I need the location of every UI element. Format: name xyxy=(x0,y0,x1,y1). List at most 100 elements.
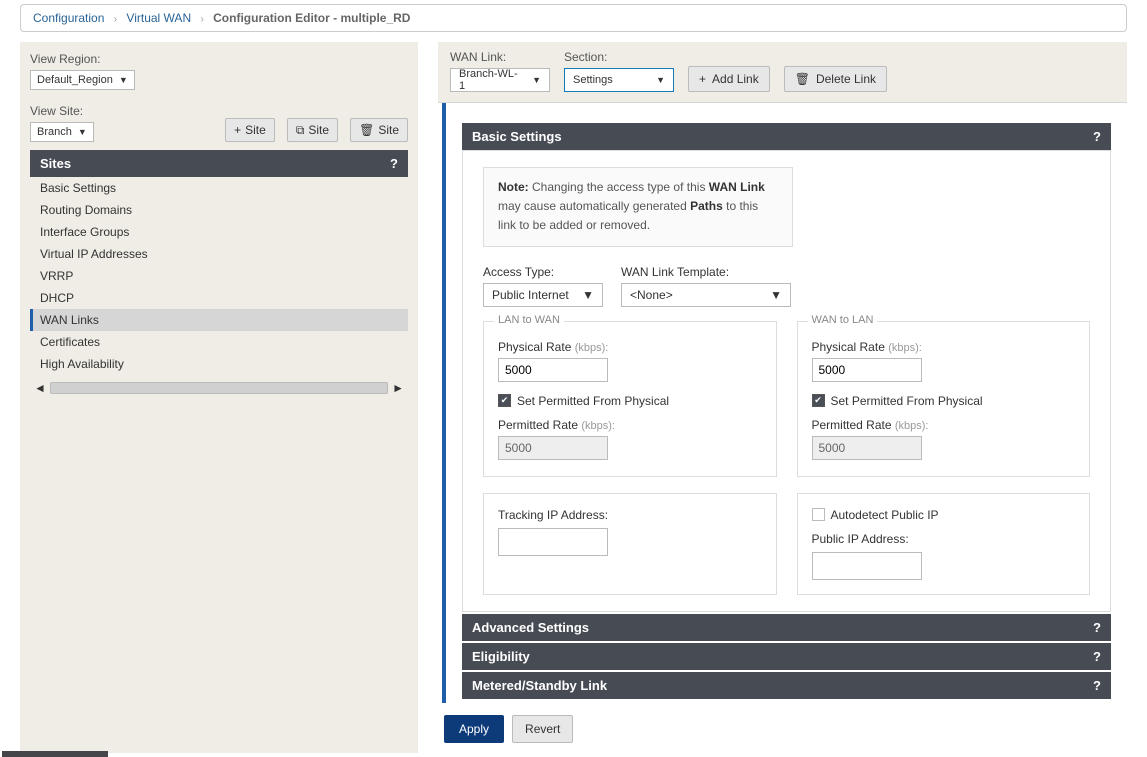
sidebar-item-dhcp[interactable]: DHCP xyxy=(30,287,408,309)
access-type-select[interactable]: Public Internet ▼ xyxy=(483,283,603,307)
basic-settings-body: Note: Changing the access type of this W… xyxy=(462,150,1111,612)
permitted-rate-input-r xyxy=(812,436,922,460)
tracking-ip-group: Tracking IP Address: xyxy=(483,493,777,595)
trash-icon: 🗑 xyxy=(359,124,374,136)
note-t1: Changing the access type of this xyxy=(529,180,709,194)
chevron-right-icon: › xyxy=(200,14,203,25)
plus-icon: + xyxy=(234,124,241,136)
clone-site-label: Site xyxy=(308,123,329,137)
help-icon[interactable]: ? xyxy=(1093,620,1101,635)
sites-header: Sites ? xyxy=(30,150,408,177)
sidebar-item-interface-groups[interactable]: Interface Groups xyxy=(30,221,408,243)
chevron-down-icon: ▼ xyxy=(78,127,87,137)
breadcrumb: Configuration › Virtual WAN › Configurat… xyxy=(20,4,1127,32)
basic-settings-header[interactable]: Basic Settings ? xyxy=(462,123,1111,150)
chevron-left-icon[interactable]: ◄ xyxy=(30,381,50,395)
add-link-button[interactable]: + Add Link xyxy=(688,66,770,92)
advanced-settings-header[interactable]: Advanced Settings ? xyxy=(462,614,1111,641)
sites-tree: Basic Settings Routing Domains Interface… xyxy=(30,177,408,375)
set-permitted-checkbox-r[interactable]: ✔ xyxy=(812,394,825,407)
chevron-down-icon: ▼ xyxy=(770,288,782,302)
copy-icon: ⧉ xyxy=(296,124,305,136)
note-b1: WAN Link xyxy=(709,180,765,194)
permitted-rate-label-r: Permitted Rate (kbps): xyxy=(812,418,1076,432)
sidebar-item-high-availability[interactable]: High Availability xyxy=(30,353,408,375)
lan-to-wan-legend: LAN to WAN xyxy=(494,314,564,326)
horizontal-scrollbar[interactable]: ◄ ► xyxy=(30,381,408,395)
access-type-value: Public Internet xyxy=(492,288,569,302)
shadow-decoration xyxy=(2,751,108,757)
sidebar-item-certificates[interactable]: Certificates xyxy=(30,331,408,353)
note-b2: Paths xyxy=(690,199,723,213)
breadcrumb-configuration[interactable]: Configuration xyxy=(33,11,104,25)
sidebar-item-vrrp[interactable]: VRRP xyxy=(30,265,408,287)
physical-rate-input-l[interactable] xyxy=(498,358,608,382)
autodetect-checkbox[interactable]: ✔ xyxy=(812,508,825,521)
action-row: Apply Revert xyxy=(438,703,1127,753)
right-content: WAN Link: Branch-WL-1 ▼ Section: Setting… xyxy=(438,42,1127,753)
note-t2: may cause automatically generated xyxy=(498,199,690,213)
set-permitted-label-l: Set Permitted From Physical xyxy=(517,394,669,408)
view-site-select[interactable]: Branch ▼ xyxy=(30,122,94,142)
help-icon[interactable]: ? xyxy=(1093,649,1101,664)
tracking-ip-input[interactable] xyxy=(498,528,608,556)
help-icon[interactable]: ? xyxy=(1093,129,1101,144)
delete-link-label: Delete Link xyxy=(816,72,876,86)
help-icon[interactable]: ? xyxy=(390,156,398,171)
template-value: <None> xyxy=(630,288,673,302)
sidebar-item-basic-settings[interactable]: Basic Settings xyxy=(30,177,408,199)
sidebar-item-wan-links[interactable]: WAN Links xyxy=(30,309,408,331)
public-ip-input[interactable] xyxy=(812,552,922,580)
note-box: Note: Changing the access type of this W… xyxy=(483,167,793,247)
set-permitted-checkbox-l[interactable]: ✔ xyxy=(498,394,511,407)
section-value: Settings xyxy=(573,74,613,86)
wan-link-label: WAN Link: xyxy=(450,50,550,64)
physical-rate-label-r: Physical Rate (kbps): xyxy=(812,340,1076,354)
sidebar-item-virtual-ip[interactable]: Virtual IP Addresses xyxy=(30,243,408,265)
view-region-label: View Region: xyxy=(30,52,408,66)
eligibility-title: Eligibility xyxy=(472,649,530,664)
apply-button[interactable]: Apply xyxy=(444,715,504,743)
lan-to-wan-group: LAN to WAN Physical Rate (kbps): ✔ Set P… xyxy=(483,321,777,477)
eligibility-header[interactable]: Eligibility ? xyxy=(462,643,1111,670)
section-label: Section: xyxy=(564,50,674,64)
right-toolbar: WAN Link: Branch-WL-1 ▼ Section: Setting… xyxy=(438,42,1127,103)
delete-site-button[interactable]: 🗑 Site xyxy=(350,118,408,142)
trash-icon: 🗑 xyxy=(795,72,810,86)
view-region-select[interactable]: Default_Region ▼ xyxy=(30,70,135,90)
physical-rate-input-r[interactable] xyxy=(812,358,922,382)
sites-header-label: Sites xyxy=(40,156,71,171)
view-region-value: Default_Region xyxy=(37,74,113,86)
access-type-label: Access Type: xyxy=(483,265,603,279)
scrollbar-track[interactable] xyxy=(50,382,388,394)
metered-header[interactable]: Metered/Standby Link ? xyxy=(462,672,1111,699)
public-ip-group: ✔ Autodetect Public IP Public IP Address… xyxy=(797,493,1091,595)
help-icon[interactable]: ? xyxy=(1093,678,1101,693)
note-label: Note: xyxy=(498,180,529,194)
autodetect-label: Autodetect Public IP xyxy=(831,508,939,522)
delete-link-button[interactable]: 🗑 Delete Link xyxy=(784,66,887,92)
chevron-right-icon[interactable]: ► xyxy=(388,381,408,395)
template-select[interactable]: <None> ▼ xyxy=(621,283,791,307)
physical-rate-label-l: Physical Rate (kbps): xyxy=(498,340,762,354)
view-site-value: Branch xyxy=(37,126,72,138)
wan-link-select[interactable]: Branch-WL-1 ▼ xyxy=(450,68,550,92)
wan-link-value: Branch-WL-1 xyxy=(459,68,522,92)
add-site-label: Site xyxy=(245,123,266,137)
permitted-rate-label-l: Permitted Rate (kbps): xyxy=(498,418,762,432)
left-sidebar: View Region: Default_Region ▼ View Site:… xyxy=(20,42,418,753)
add-site-button[interactable]: + Site xyxy=(225,118,275,142)
revert-button[interactable]: Revert xyxy=(512,715,573,743)
chevron-down-icon: ▼ xyxy=(119,75,128,85)
chevron-down-icon: ▼ xyxy=(656,75,665,85)
breadcrumb-virtual-wan[interactable]: Virtual WAN xyxy=(126,11,191,25)
clone-site-button[interactable]: ⧉ Site xyxy=(287,118,338,142)
section-select[interactable]: Settings ▼ xyxy=(564,68,674,92)
public-ip-label: Public IP Address: xyxy=(812,532,1076,546)
chevron-down-icon: ▼ xyxy=(532,75,541,85)
chevron-down-icon: ▼ xyxy=(582,288,594,302)
chevron-right-icon: › xyxy=(114,14,117,25)
tracking-ip-label: Tracking IP Address: xyxy=(498,508,762,522)
sidebar-item-routing-domains[interactable]: Routing Domains xyxy=(30,199,408,221)
template-label: WAN Link Template: xyxy=(621,265,791,279)
